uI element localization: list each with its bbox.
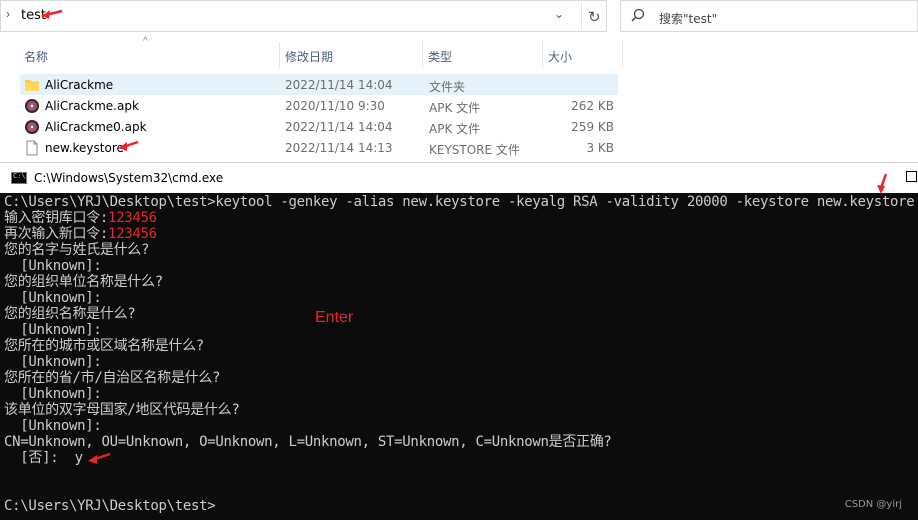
chevron-right-icon[interactable]: › [6, 7, 10, 21]
console-line: C:\Users\YRJ\Desktop\test>keytool -genke… [4, 194, 915, 210]
console-line: [Unknown]: [4, 418, 102, 434]
column-header-type[interactable]: 类型 [422, 42, 542, 68]
red-arrow-annotation [88, 452, 111, 464]
file-icon [26, 140, 38, 156]
file-row[interactable]: new.keystore 2022/11/14 14:13 KEYSTORE 文… [20, 137, 618, 158]
cmd-title-bar[interactable]: C:\ C:\Windows\System32\cmd.exe [0, 162, 918, 193]
search-box[interactable]: 搜索"test" [620, 0, 918, 32]
chevron-down-icon[interactable]: ⌄ [554, 7, 564, 21]
window-title: C:\Windows\System32\cmd.exe [34, 171, 224, 185]
apk-icon [25, 120, 39, 134]
column-header-date[interactable]: 修改日期 [279, 42, 422, 68]
watermark: CSDN @yirj [844, 499, 902, 510]
console-line: [Unknown]: [4, 258, 102, 274]
column-header-size[interactable]: 大小 [542, 42, 622, 68]
folder-icon [25, 80, 39, 91]
red-arrow-annotation [41, 9, 63, 19]
console-line: 您的组织单位名称是什么? [4, 274, 163, 290]
console-line: CN=Unknown, OU=Unknown, O=Unknown, L=Unk… [4, 434, 612, 450]
file-explorer: › test ⌄ ↻ 搜索"test" ^ 名称 修改日期 类型 大小 AliC… [0, 0, 918, 162]
address-bar[interactable]: › test ⌄ ↻ [0, 0, 607, 32]
console-prompt: C:\Users\YRJ\Desktop\test> [4, 498, 216, 514]
console-line: [否]: y [4, 450, 83, 466]
password-input: 123456 [108, 210, 157, 226]
file-row[interactable]: AliCrackme0.apk 2022/11/14 14:04 APK 文件 … [20, 116, 618, 137]
console-line: [Unknown]: [4, 290, 102, 306]
console-line: 您的名字与姓氏是什么? [4, 242, 150, 258]
maximize-icon[interactable] [906, 171, 917, 182]
console-line: [Unknown]: [4, 322, 102, 338]
enter-annotation: Enter [315, 309, 354, 326]
console-line: 输入密钥库口令:123456 [4, 210, 157, 226]
apk-icon [25, 99, 39, 113]
red-arrow-annotation [119, 140, 139, 151]
console-output[interactable]: C:\Users\YRJ\Desktop\test>keytool -genke… [0, 193, 918, 520]
console-line: 您所在的省/市/自治区名称是什么? [4, 370, 221, 386]
search-icon [631, 8, 645, 22]
column-header-name[interactable]: 名称 [18, 42, 278, 68]
cmd-window: C:\ C:\Windows\System32\cmd.exe C:\Users… [0, 162, 918, 520]
console-line: 您的组织名称是什么? [4, 306, 136, 322]
refresh-icon: ↻ [588, 9, 601, 26]
column-divider[interactable] [622, 42, 623, 68]
console-line: 您所在的城市或区域名称是什么? [4, 338, 204, 354]
console-line: [Unknown]: [4, 354, 102, 370]
refresh-button[interactable]: ↻ [581, 2, 607, 32]
password-input: 123456 [108, 226, 157, 242]
search-placeholder: 搜索"test" [659, 12, 718, 26]
console-line: [Unknown]: [4, 386, 102, 402]
terminal-icon: C:\ [11, 172, 27, 184]
file-row[interactable]: AliCrackme.apk 2020/11/10 9:30 APK 文件 26… [20, 95, 618, 116]
file-row[interactable]: AliCrackme 2022/11/14 14:04 文件夹 [20, 74, 618, 95]
console-line: 该单位的双字母国家/地区代码是什么? [4, 402, 240, 418]
console-line: 再次输入新口令:123456 [4, 226, 157, 242]
